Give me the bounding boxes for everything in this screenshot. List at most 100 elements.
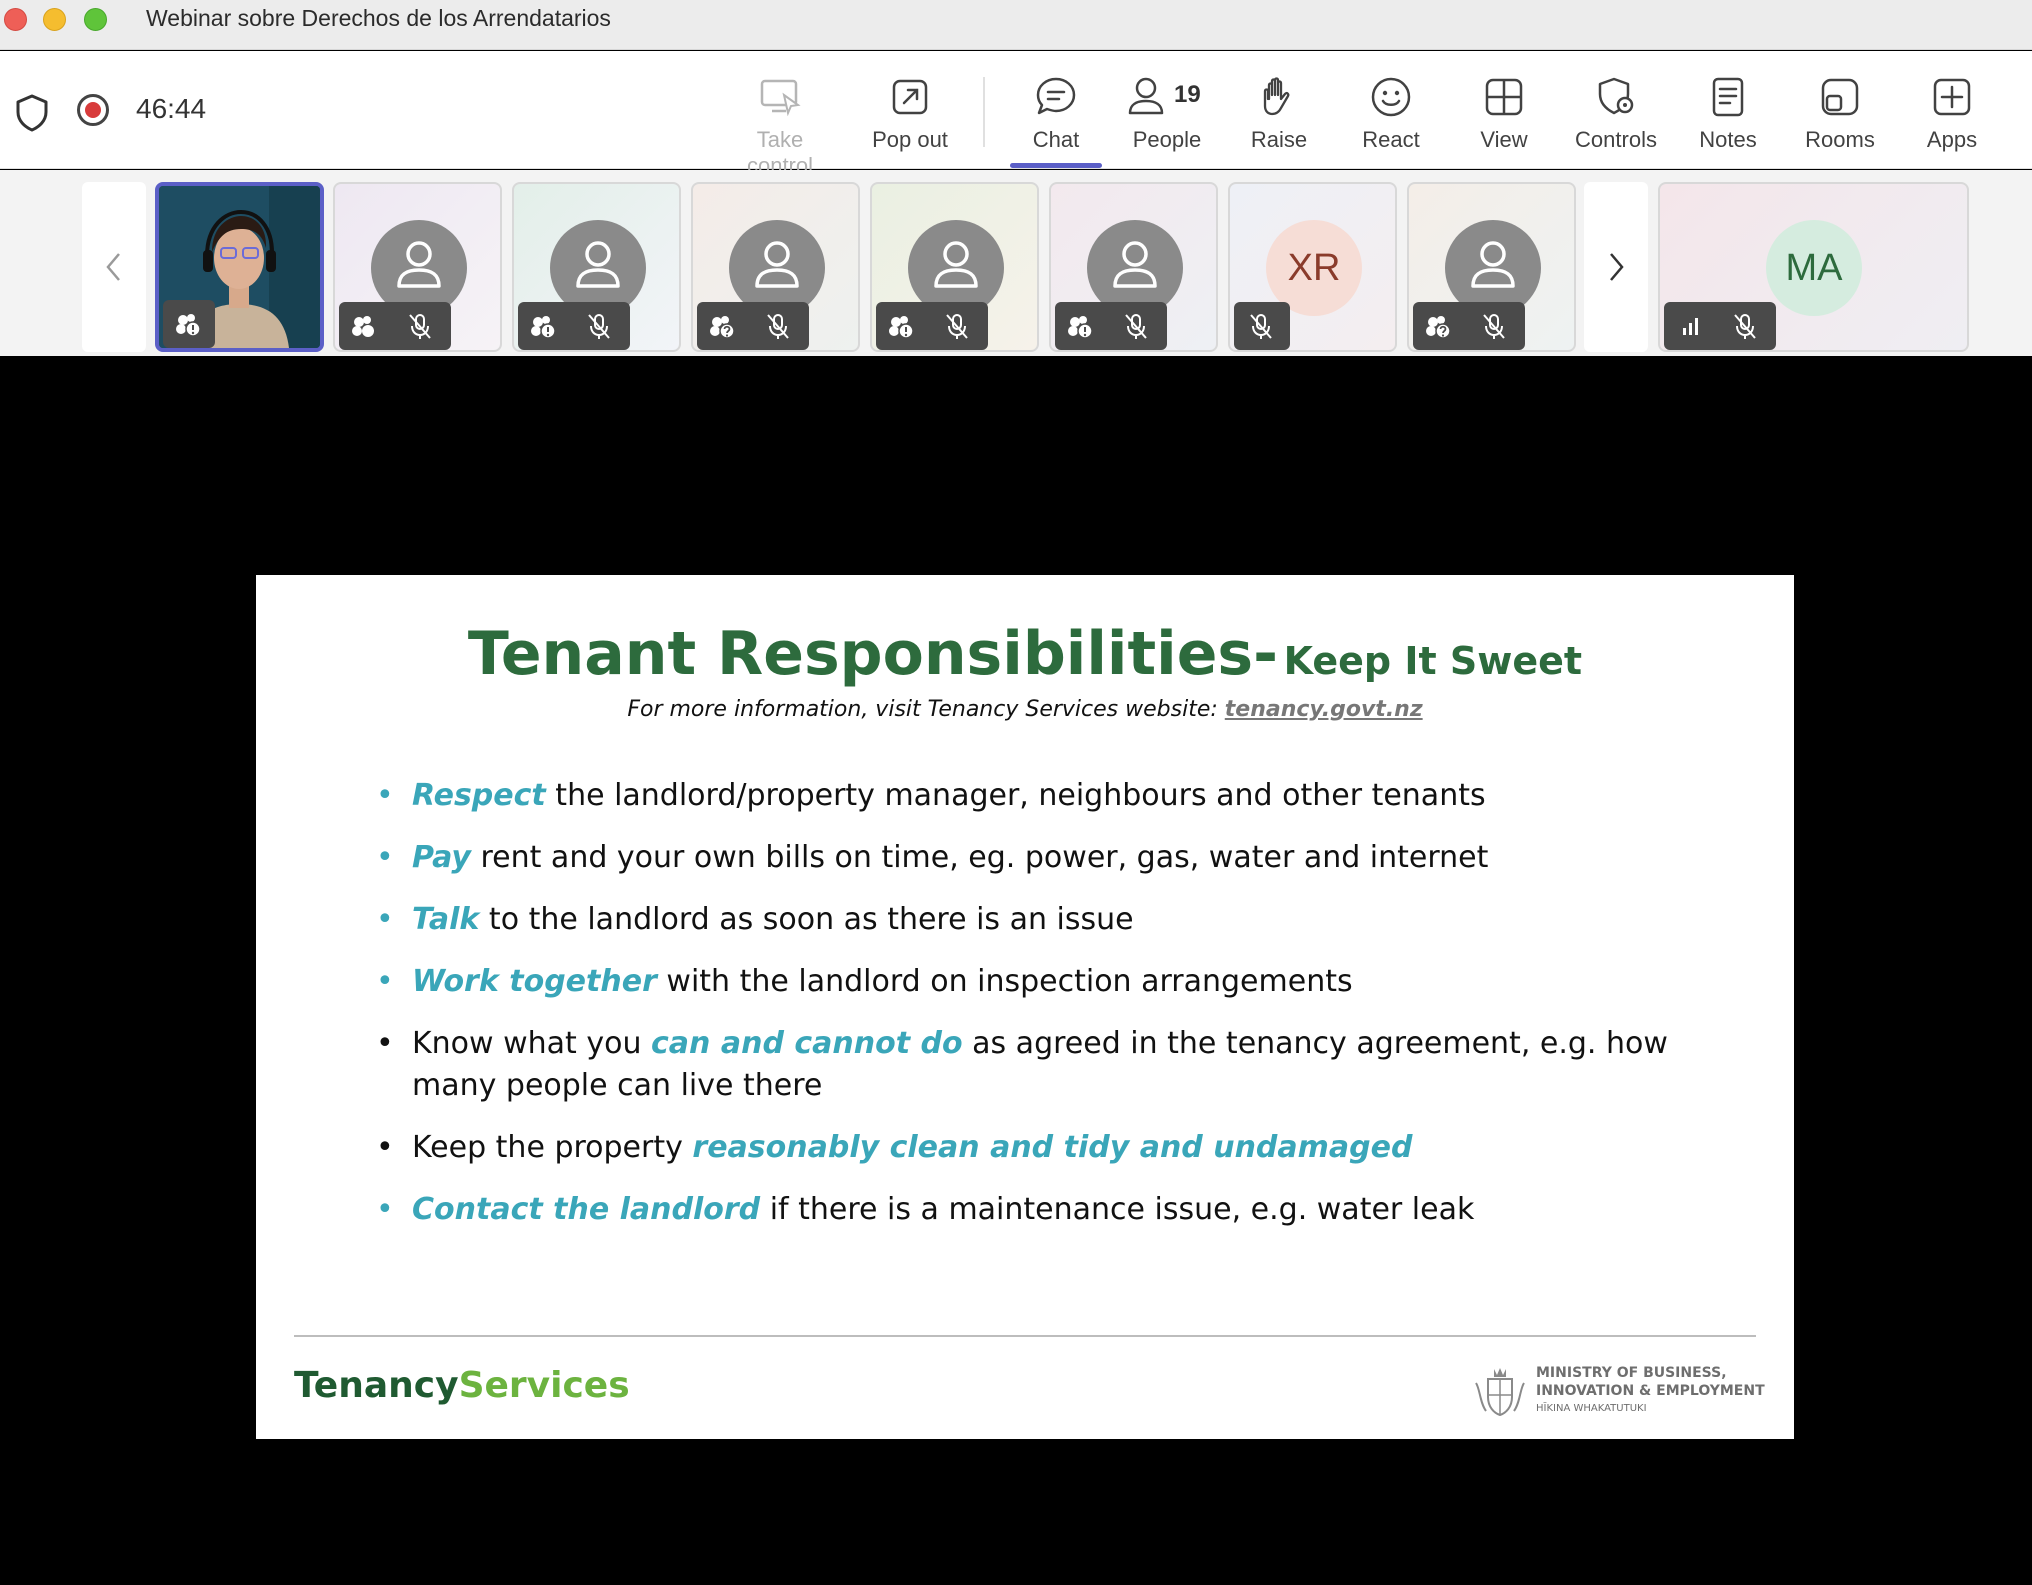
toolbar-separator bbox=[983, 77, 985, 147]
presence-warning-icon bbox=[176, 314, 201, 337]
react-button[interactable]: React bbox=[1336, 71, 1446, 159]
participant-tile-video[interactable] bbox=[155, 182, 324, 352]
chat-button[interactable]: Chat bbox=[1001, 71, 1111, 159]
presence-warning-icon bbox=[1068, 316, 1093, 339]
participant-status-bar bbox=[339, 302, 451, 350]
mic-off-icon bbox=[1483, 314, 1505, 339]
chevron-left-icon bbox=[106, 253, 120, 281]
people-count-badge: 19 bbox=[1174, 81, 1201, 108]
view-button[interactable]: View bbox=[1449, 71, 1559, 159]
participant-tile[interactable] bbox=[512, 182, 681, 352]
notes-icon bbox=[1712, 77, 1744, 117]
bullet-highlight: reasonably clean and tidy and undamaged bbox=[692, 1130, 1413, 1165]
participant-tile[interactable] bbox=[1049, 182, 1218, 352]
signal-icon bbox=[1683, 318, 1698, 335]
presence-unknown-icon bbox=[710, 316, 735, 339]
participants-prev-button[interactable] bbox=[82, 182, 146, 352]
slide-footer-divider bbox=[294, 1335, 1756, 1337]
slide-bullet: Contact the landlord if there is a maint… bbox=[376, 1189, 1706, 1231]
participant-tile[interactable] bbox=[870, 182, 1039, 352]
slide-bullet: Respect the landlord/property manager, n… bbox=[376, 775, 1706, 817]
rooms-icon bbox=[1821, 78, 1859, 116]
slide-bullet: Talk to the landlord as soon as there is… bbox=[376, 899, 1706, 941]
window-titlebar: Webinar sobre Derechos de los Arrendatar… bbox=[0, 0, 2032, 50]
coat-of-arms-icon bbox=[1475, 1368, 1525, 1417]
react-label: React bbox=[1362, 127, 1420, 152]
shared-slide: Tenant Responsibilities- Keep It Sweet F… bbox=[256, 575, 1794, 1439]
bullet-text: Know what you bbox=[412, 1026, 652, 1061]
shield-icon[interactable] bbox=[14, 93, 50, 133]
slide-bullet: Work together with the landlord on inspe… bbox=[376, 961, 1706, 1003]
rooms-button[interactable]: Rooms bbox=[1785, 71, 1895, 159]
participant-status-bar bbox=[1055, 302, 1167, 350]
participant-tile[interactable]: XR bbox=[1228, 182, 1397, 352]
mic-off-icon bbox=[588, 314, 610, 339]
slide-bullet: Pay rent and your own bills on time, eg.… bbox=[376, 837, 1706, 879]
participant-status-bar bbox=[876, 302, 988, 350]
rooms-label: Rooms bbox=[1805, 127, 1875, 152]
bullet-text: with the landlord on inspection arrangem… bbox=[656, 964, 1353, 999]
slide-bullet: Know what you can and cannot do as agree… bbox=[376, 1023, 1706, 1107]
participant-status-bar bbox=[1413, 302, 1525, 350]
people-icon bbox=[1128, 77, 1164, 115]
window-minimize-button[interactable] bbox=[43, 8, 66, 31]
raise-label: Raise bbox=[1250, 127, 1308, 152]
pop-out-button[interactable]: Pop out bbox=[855, 71, 965, 159]
participant-status-bar bbox=[1234, 302, 1290, 350]
notes-label: Notes bbox=[1699, 127, 1757, 152]
controls-button[interactable]: Controls bbox=[1561, 71, 1671, 159]
react-icon bbox=[1371, 77, 1411, 117]
chevron-right-icon bbox=[1610, 253, 1624, 281]
mic-off-icon bbox=[946, 314, 968, 339]
bullet-highlight: Respect bbox=[412, 778, 546, 813]
tenancy-services-logo: TenancyServices bbox=[294, 1365, 630, 1406]
participant-status-bar bbox=[518, 302, 630, 350]
mic-off-icon bbox=[1250, 314, 1272, 339]
pop-out-icon bbox=[892, 79, 928, 115]
active-tab-indicator bbox=[1010, 163, 1102, 168]
raise-hand-icon bbox=[1263, 77, 1290, 116]
apps-label: Apps bbox=[1926, 127, 1978, 152]
controls-shield-gear-icon bbox=[1598, 77, 1634, 115]
bullet-text: to the landlord as soon as there is an i… bbox=[479, 902, 1134, 937]
slide-info-line: For more information, visit Tenancy Serv… bbox=[256, 697, 1794, 722]
window-maximize-button[interactable] bbox=[84, 8, 107, 31]
participant-tile[interactable] bbox=[691, 182, 860, 352]
take-control-button[interactable]: Take control bbox=[725, 71, 835, 178]
meeting-timer: 46:44 bbox=[136, 93, 207, 124]
slide-info-text: For more information, visit Tenancy Serv… bbox=[627, 697, 1225, 722]
bullet-text: if there is a maintenance issue, e.g. wa… bbox=[760, 1192, 1475, 1227]
bullet-highlight: Pay bbox=[412, 840, 471, 875]
participant-strip: XR MA bbox=[0, 170, 2032, 356]
slide-title-main: Tenant Responsibilities- bbox=[467, 619, 1279, 689]
people-button[interactable]: People bbox=[1112, 71, 1222, 159]
mic-off-icon bbox=[1125, 314, 1147, 339]
bullet-highlight: can and cannot do bbox=[651, 1026, 963, 1061]
slide-title-sub: Keep It Sweet bbox=[1283, 639, 1583, 683]
window-title: Webinar sobre Derechos de los Arrendatar… bbox=[146, 5, 611, 31]
participant-status-bar bbox=[163, 300, 215, 348]
ministry-name-line1: MINISTRY OF BUSINESS, bbox=[1536, 1365, 1727, 1381]
participant-tile-pinned[interactable]: MA bbox=[1658, 182, 1969, 352]
presence-warning-icon bbox=[889, 316, 914, 339]
participant-status-bar bbox=[697, 302, 809, 350]
mic-off-icon bbox=[1734, 314, 1756, 339]
add-apps-icon bbox=[1933, 78, 1971, 116]
participants-next-button[interactable] bbox=[1584, 182, 1648, 352]
bullet-highlight: Talk bbox=[412, 902, 480, 937]
mic-off-icon bbox=[767, 314, 789, 339]
window-close-button[interactable] bbox=[4, 8, 27, 31]
raise-hand-button[interactable]: Raise bbox=[1224, 71, 1334, 159]
apps-button[interactable]: Apps bbox=[1897, 71, 2007, 159]
slide-info-link: tenancy.govt.nz bbox=[1224, 697, 1423, 722]
bullet-highlight: Contact the landlord bbox=[412, 1192, 761, 1227]
bullet-text: rent and your own bills on time, eg. pow… bbox=[470, 840, 1489, 875]
people-label: People bbox=[1132, 127, 1202, 152]
view-label: View bbox=[1480, 127, 1528, 152]
notes-button[interactable]: Notes bbox=[1673, 71, 1783, 159]
controls-label: Controls bbox=[1575, 127, 1657, 152]
avatar-initials: MA bbox=[1766, 220, 1862, 316]
ministry-logo: MINISTRY OF BUSINESS, INNOVATION & EMPLO… bbox=[1472, 1361, 1765, 1423]
participant-tile[interactable] bbox=[1407, 182, 1576, 352]
participant-tile[interactable] bbox=[333, 182, 502, 352]
